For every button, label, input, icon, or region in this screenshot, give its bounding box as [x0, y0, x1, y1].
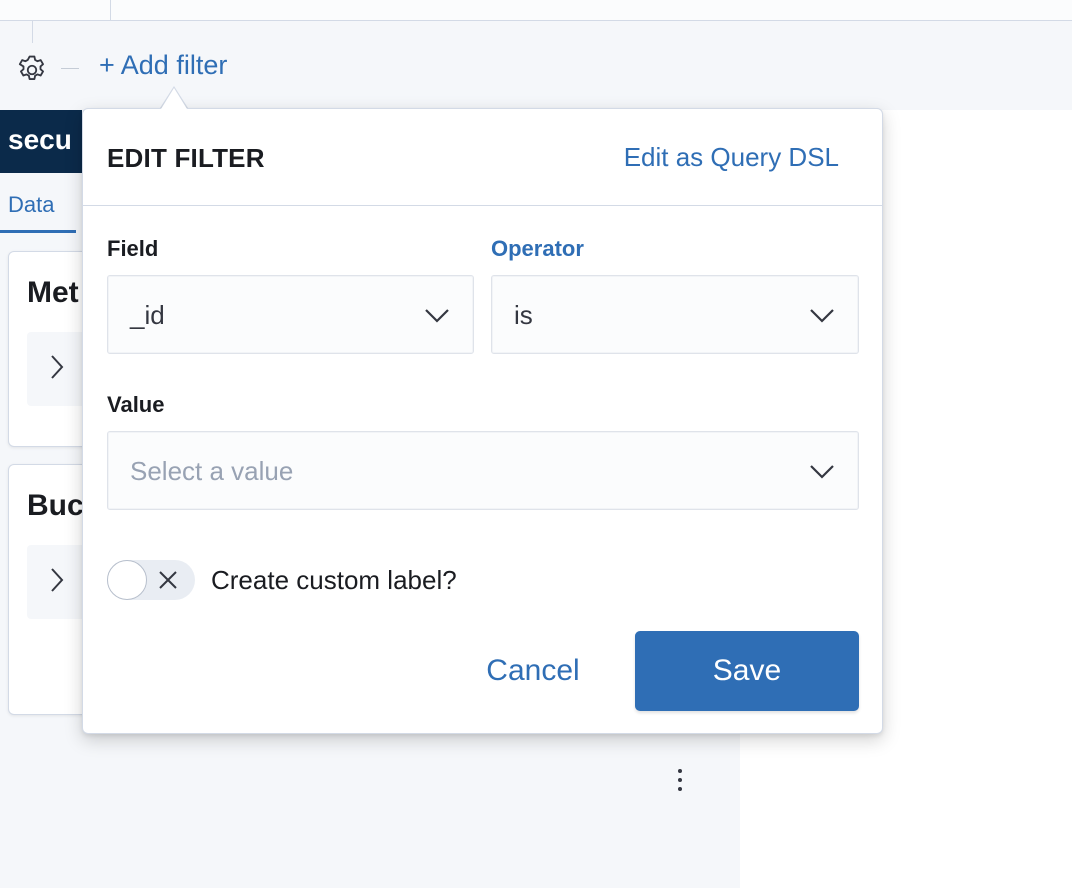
edit-query-dsl-link[interactable]: Edit as Query DSL: [624, 142, 839, 173]
value-select-placeholder: Select a value: [130, 456, 294, 486]
save-button[interactable]: Save: [635, 631, 859, 711]
side-strip: [668, 733, 740, 888]
cross-icon: [157, 569, 179, 591]
query-input-divider: [110, 0, 111, 21]
toggle-knob: [107, 560, 147, 600]
page: + Add filter secu Data Met Buc EDIT FILT…: [0, 0, 1072, 888]
edit-filter-popover: EDIT FILTER Edit as Query DSL Field _id …: [82, 108, 883, 734]
query-input[interactable]: [0, 0, 1072, 21]
chevron-right-icon[interactable]: [49, 567, 65, 598]
field-select-value: _id: [130, 300, 165, 330]
cancel-button[interactable]: Cancel: [463, 631, 603, 711]
add-filter-button[interactable]: + Add filter: [99, 50, 227, 81]
operator-select-value: is: [514, 300, 533, 330]
connector-line: [32, 21, 33, 43]
operator-select[interactable]: is: [491, 275, 859, 354]
card-title: Buc: [27, 489, 84, 522]
gear-icon[interactable]: [14, 52, 50, 88]
chevron-down-icon: [808, 304, 836, 326]
custom-label-toggle-label[interactable]: Create custom label?: [211, 565, 457, 596]
popover-arrow-fill: [161, 88, 187, 109]
tab-data[interactable]: Data: [8, 192, 54, 218]
field-select[interactable]: _id: [107, 275, 474, 354]
field-label: Field: [107, 236, 159, 261]
separator-dash: [61, 68, 79, 69]
value-select[interactable]: Select a value: [107, 431, 859, 510]
value-label: Value: [107, 392, 165, 417]
chevron-right-icon[interactable]: [49, 354, 65, 385]
popover-title: EDIT FILTER: [107, 143, 265, 173]
chevron-down-icon: [808, 460, 836, 482]
index-pattern-header: secu: [0, 110, 82, 173]
custom-label-toggle[interactable]: [107, 560, 195, 600]
card-title: Met: [27, 276, 79, 309]
tab-data-underline: [0, 230, 76, 233]
chevron-down-icon: [423, 304, 451, 326]
kebab-vertical-icon[interactable]: [668, 760, 692, 800]
popover-header: EDIT FILTER Edit as Query DSL: [83, 109, 882, 206]
operator-label: Operator: [491, 236, 584, 261]
